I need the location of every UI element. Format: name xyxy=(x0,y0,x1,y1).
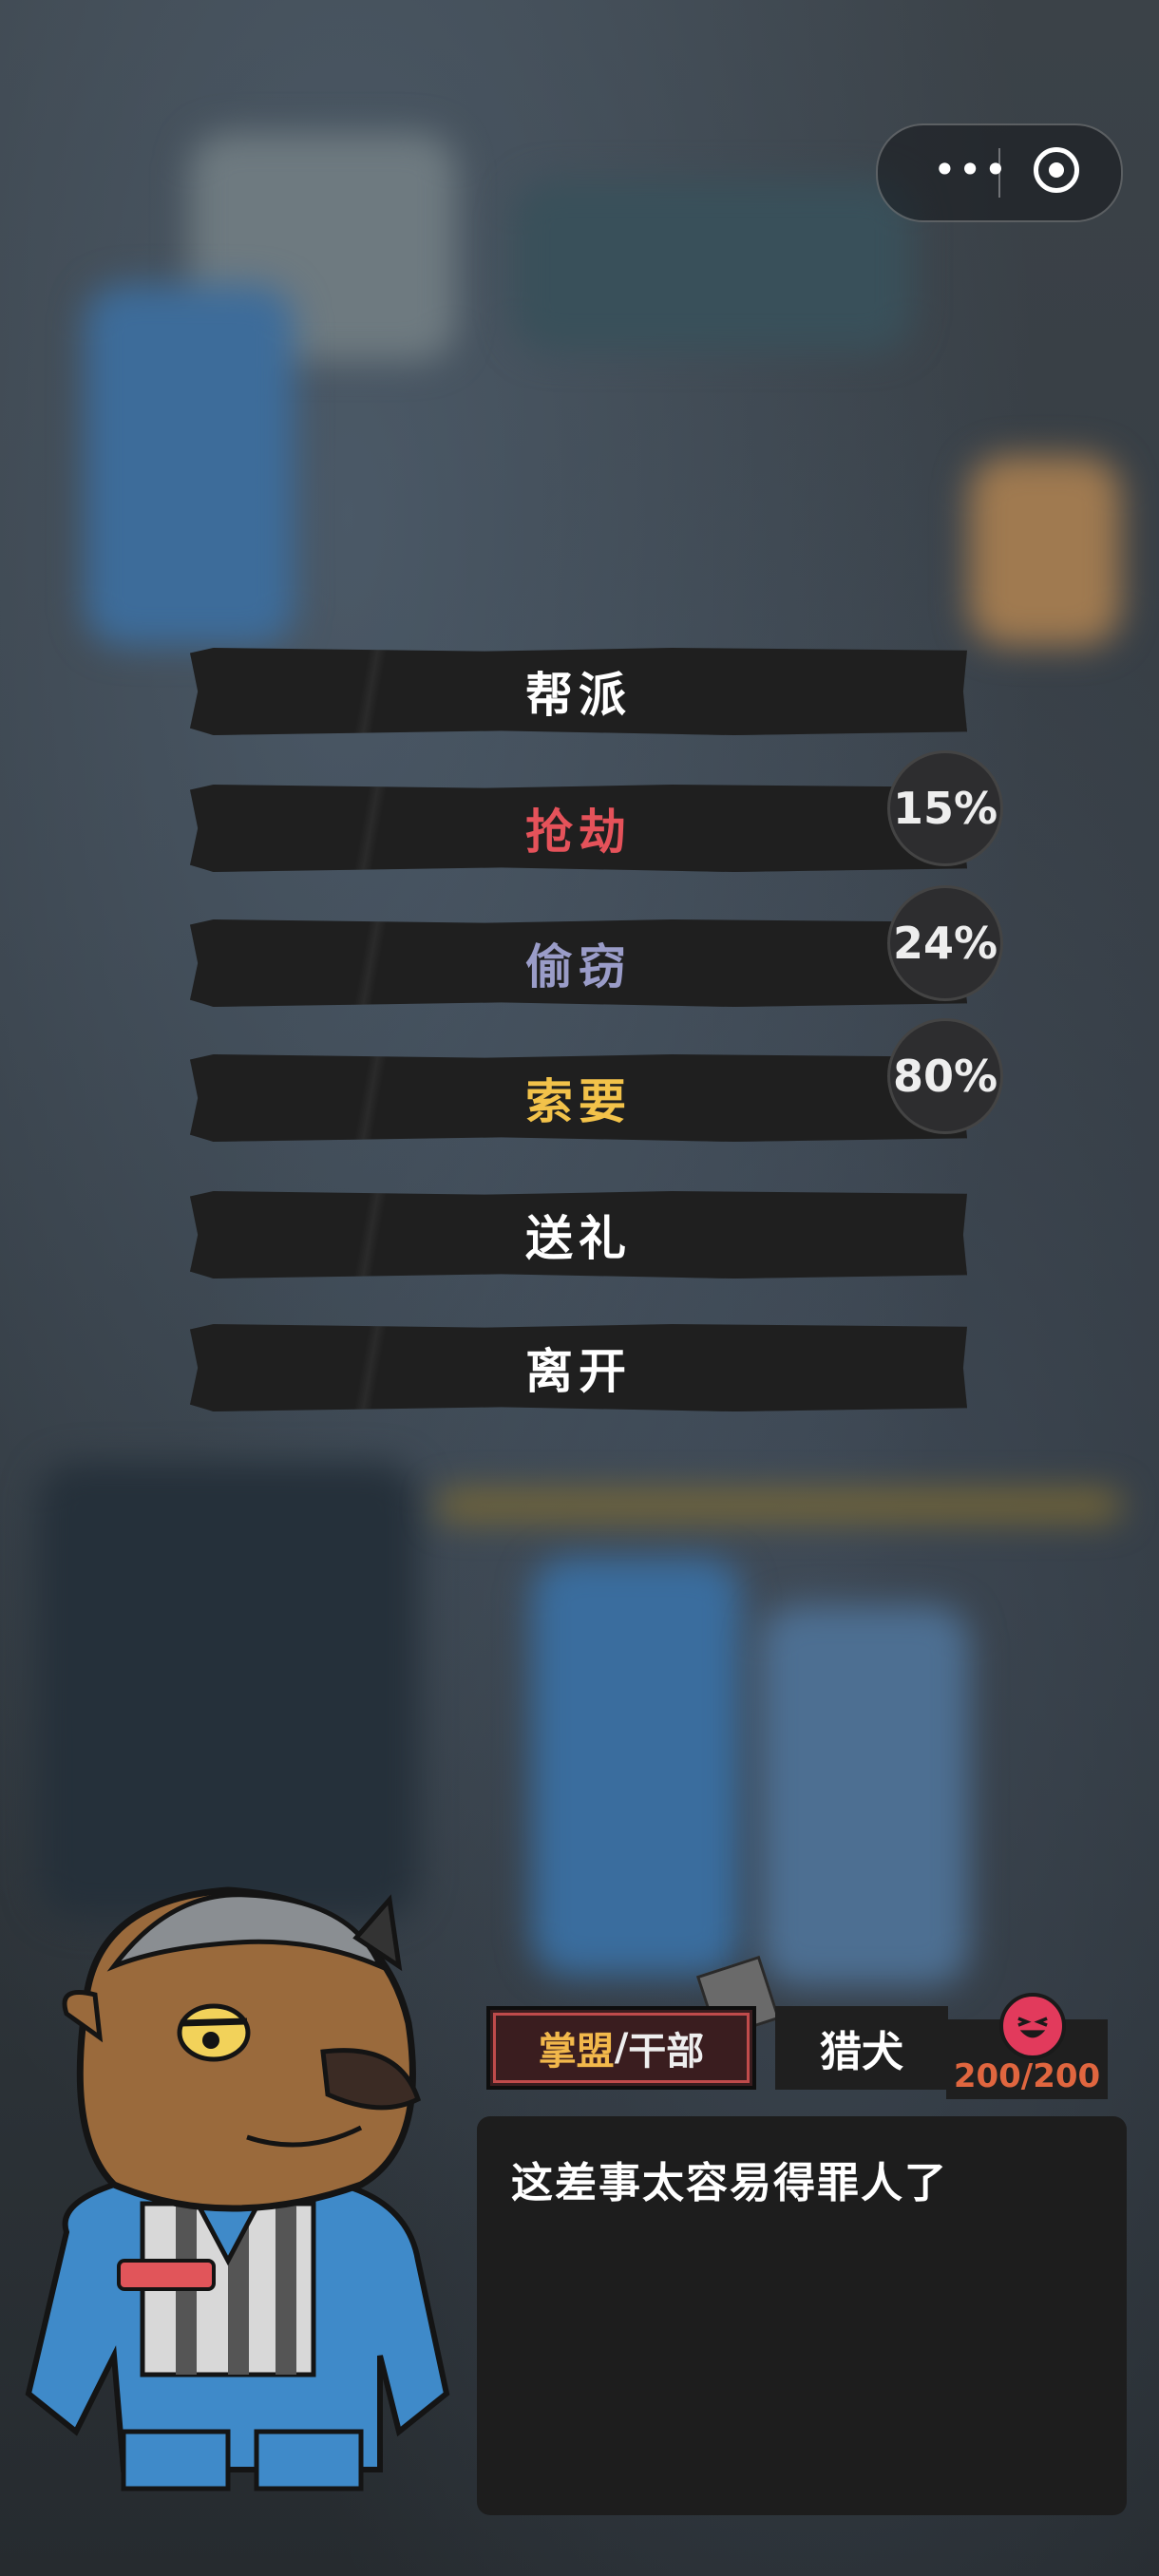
character-portrait xyxy=(25,1886,450,2491)
character-role-tag: 掌盟 / 干部 xyxy=(486,2006,756,2090)
success-rate-badge-demand: 80% xyxy=(887,1018,1003,1134)
success-rate-badge-rob: 15% xyxy=(887,750,1003,866)
background-stripe xyxy=(437,1491,1121,1520)
mini-program-capsule: ••• xyxy=(876,123,1123,222)
menu-label: 帮派 xyxy=(525,668,632,723)
target-icon[interactable] xyxy=(1034,147,1079,193)
menu-label: 送礼 xyxy=(525,1211,632,1266)
menu-button-rob[interactable]: 抢劫 xyxy=(190,785,967,872)
background-sign xyxy=(513,180,912,351)
menu-label: 索要 xyxy=(525,1074,632,1129)
character-name: 猎犬 xyxy=(775,2006,948,2090)
success-rate-text: 80% xyxy=(892,1051,998,1102)
menu-label: 抢劫 xyxy=(525,805,632,860)
dialog-text: 这差事太容易得罪人了 xyxy=(511,2159,948,2207)
menu-button-demand[interactable]: 索要 xyxy=(190,1054,967,1142)
role-part2: 干部 xyxy=(628,2030,705,2074)
background-character-dog xyxy=(760,1605,969,1985)
success-rate-badge-steal: 24% xyxy=(887,885,1003,1001)
character-name-text: 猎犬 xyxy=(820,2028,903,2076)
dialog-box: 这差事太容易得罪人了 xyxy=(477,2116,1127,2515)
menu-button-leave[interactable]: 离开 xyxy=(190,1324,967,1411)
background-character-fox xyxy=(532,1558,741,1976)
background-character-tiger xyxy=(86,285,294,646)
success-rate-text: 15% xyxy=(892,783,998,834)
background-poster xyxy=(969,456,1121,646)
menu-button-gang[interactable]: 帮派 xyxy=(190,648,967,735)
menu-button-steal[interactable]: 偷窃 xyxy=(190,919,967,1007)
capsule-divider xyxy=(998,148,1000,198)
menu-label: 离开 xyxy=(525,1344,632,1399)
menu-label: 偷窃 xyxy=(525,939,632,994)
background-door xyxy=(38,1463,418,1919)
menu-button-gift[interactable]: 送礼 xyxy=(190,1191,967,1279)
role-part1: 掌盟 xyxy=(538,2030,615,2074)
mood-value: 200/200 xyxy=(953,2057,1101,2095)
role-separator: / xyxy=(614,2026,629,2070)
laughing-face-icon xyxy=(999,1993,1066,2059)
success-rate-text: 24% xyxy=(892,918,998,969)
